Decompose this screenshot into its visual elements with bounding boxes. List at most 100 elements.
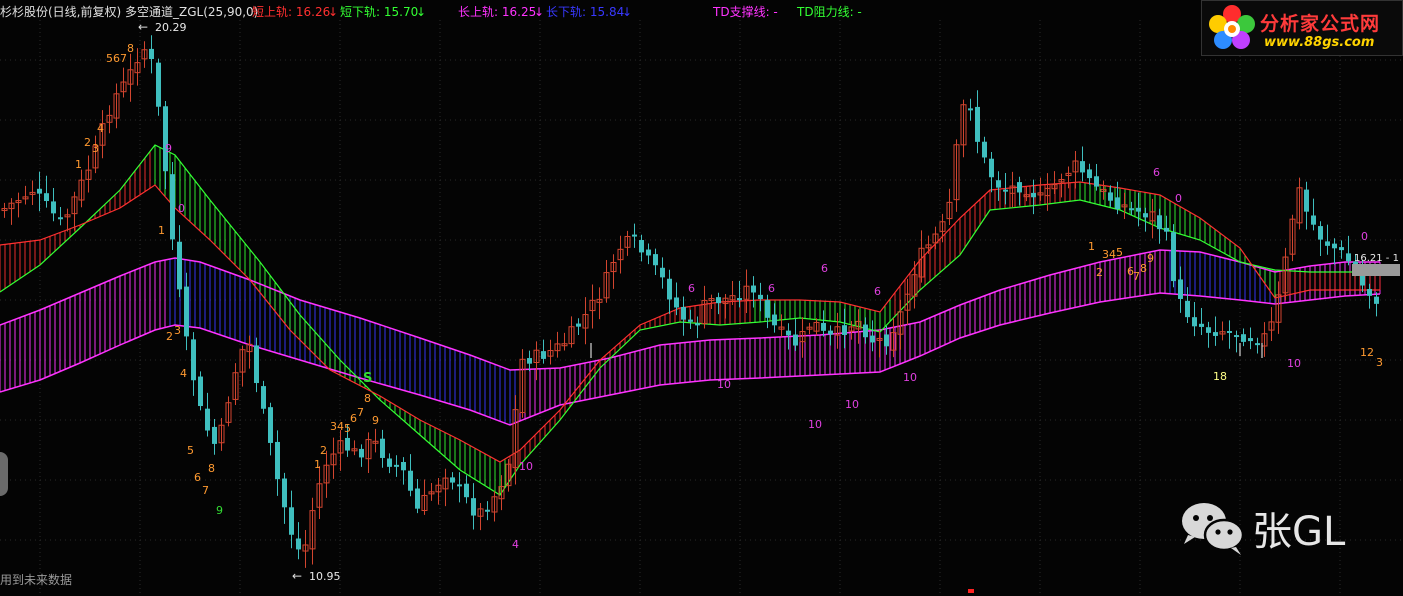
td-count-label: 6 [874,285,881,298]
candle-body [1311,215,1316,225]
candle-body [870,335,875,343]
candle-body [1094,176,1099,187]
candle-body [821,322,826,331]
candle-body [863,324,868,338]
candle-body [639,240,644,253]
candle-body [632,234,637,237]
indicator-td-support: TD支撑线: - [713,5,778,19]
candle-body [1304,189,1309,212]
candle-body [345,437,350,451]
td-count-label: 6 [350,412,357,425]
candle-body [170,174,175,240]
candle-body [1080,161,1085,173]
watermark-text: 张GL [1252,509,1346,555]
td-count-label: 3 [92,142,99,155]
indicator-long-upper: 长上轨: 16.25 [458,5,537,19]
arrow-down-icon: ↓ [328,5,339,19]
td-count-label: 4 [512,538,519,551]
candle-body [163,106,168,172]
indicator-long-lower: 长下轨: 15.84 [546,5,625,19]
candle-body [485,509,490,512]
candle-body [205,408,210,431]
candle-body [394,464,399,467]
candle-body [1325,241,1330,246]
candle-body [58,217,63,220]
candle-body [359,448,364,458]
candle-body [1017,182,1022,193]
td-count-label: 8 [1140,262,1147,275]
candle-body [212,426,217,444]
indicator-short-upper: 短上轨: 16.26 [252,5,331,19]
td-count-label: 3 [174,324,181,337]
td-count-label: 10 [1287,357,1301,370]
candle-body [184,286,189,337]
candle-body [254,345,259,384]
candle-body [1143,213,1148,218]
candle-body [177,241,182,290]
candle-body [1374,296,1379,304]
candle-body [982,141,987,158]
td-count-label: 10 [903,371,917,384]
indicator-short-lower: 短下轨: 15.70 [340,5,419,19]
td-count-label: 9 [1147,252,1154,265]
td-count-label: 18 [1213,370,1227,383]
td-count-label: 1 [158,224,165,237]
last-price-label: 16.21 - 1 [1354,253,1399,264]
td-count-label: 7 [1133,270,1140,283]
candle-body [415,488,420,509]
td-count-label: 34 [330,420,344,433]
candle-body [674,297,679,308]
logo-url: www.88gs.com [1264,35,1375,50]
td-count-label: 6 [194,471,201,484]
chart-title: 杉杉股份(日线,前复权) 多空通道_ZGL(25,90,0) [0,5,259,19]
td-count-label: 0 [1175,192,1182,205]
last-price-marker [1352,264,1400,276]
candle-body [1108,192,1113,201]
candle-body [1248,338,1253,342]
td-count-label: 7 [357,406,364,419]
side-panel-handle[interactable] [0,452,8,496]
td-count-label: 2 [320,444,327,457]
candle-body [1234,335,1239,338]
td-count-label: 10 [808,418,822,431]
candle-body [149,48,154,60]
candle-body [828,330,833,335]
candle-body [996,180,1001,188]
candle-body [716,297,721,304]
candle-body [765,300,770,318]
td-count-label: 9 [165,142,172,155]
candle-body [1178,279,1183,299]
candle-body [457,484,462,487]
candle-body [1339,247,1344,251]
candle-body [275,441,280,480]
td-count-label: 7 [202,484,209,497]
candle-body [793,334,798,346]
td-count-label: 3 [1376,356,1383,369]
candle-body [1255,343,1260,346]
candle-body [37,188,42,194]
high-price-label: 20.29 [155,21,187,34]
flower-logo-icon [1209,5,1255,49]
td-count-label: 34 [1102,248,1116,261]
candle-body [198,376,203,407]
candle-body [282,478,287,508]
td-count-label: 6 [1153,166,1160,179]
candle-body [1115,197,1120,210]
candle-body [1136,207,1141,212]
candle-body [450,477,455,483]
candle-body [968,108,973,111]
low-price-label: 10.95 [309,570,341,583]
arrow-down-icon: ↓ [622,5,633,19]
wechat-watermark: 张GL [1174,497,1374,557]
td-count-label: 1 [314,458,321,471]
td-count-label: 6 [768,282,775,295]
td-count-label: 2 [84,136,91,149]
td-count-label: 5 [187,444,194,457]
td-count-label: 8 [208,462,215,475]
td-count-label: 8 [364,392,371,405]
td-count-label: 4 [180,367,187,380]
td-count-label: 1 [75,158,82,171]
low-arrow: ← [292,569,302,583]
candle-body [471,498,476,516]
candle-body [772,314,777,326]
